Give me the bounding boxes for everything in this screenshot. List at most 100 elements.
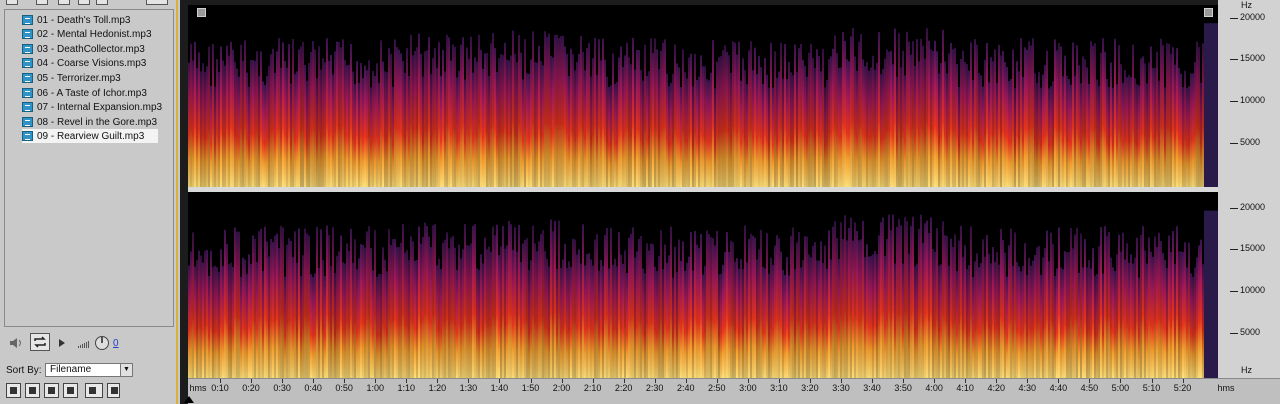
file-name: 08 - Revel in the Gore.mp3	[37, 116, 158, 128]
audio-file-icon	[22, 117, 33, 127]
sort-label: Sort By:	[6, 365, 42, 376]
time-label: 3:10	[770, 383, 788, 393]
audio-file-icon	[22, 131, 33, 141]
freq-label: 5000	[1240, 327, 1261, 337]
time-label: 0:10	[211, 383, 229, 393]
time-label: 4:40	[1049, 383, 1068, 393]
list-item[interactable]: 07 - Internal Expansion.mp3	[22, 100, 162, 114]
time-label: 1:20	[428, 383, 447, 393]
list-item[interactable]: 05 - Terrorizer.mp3	[22, 71, 158, 85]
spectral-view[interactable]: Hz 20000 15000 10000 5000 20000 15000 10…	[180, 0, 1280, 404]
file-name: 01 - Death's Toll.mp3	[37, 14, 131, 26]
time-label: 3:30	[832, 383, 850, 393]
time-label: 0:20	[242, 383, 260, 393]
time-label: 5:10	[1142, 383, 1161, 393]
time-label: 4:20	[987, 383, 1006, 393]
time-label: 2:30	[645, 383, 664, 393]
playhead-marker-icon[interactable]	[184, 396, 194, 403]
freq-tick	[1230, 18, 1238, 19]
stop-icon[interactable]	[44, 383, 59, 398]
time-label: 4:10	[956, 383, 974, 393]
zoom-out-corner-icon[interactable]	[1204, 8, 1213, 17]
list-item[interactable]: 02 - Mental Hedonist.mp3	[22, 27, 158, 41]
time-label: 3:50	[894, 383, 912, 393]
audio-file-icon	[22, 88, 33, 98]
list-item[interactable]: 04 - Coarse Visions.mp3	[22, 56, 158, 70]
list-item[interactable]: 08 - Revel in the Gore.mp3	[22, 115, 158, 129]
spectrogram-right[interactable]	[188, 192, 1218, 378]
time-label: 5:00	[1111, 383, 1130, 393]
sort-dropdown[interactable]: Filename ▼	[45, 363, 133, 377]
list-item[interactable]: 03 - DeathCollector.mp3	[22, 42, 158, 56]
music-file-icon[interactable]	[63, 383, 78, 398]
spectrogram-channel-right[interactable]	[188, 192, 1218, 378]
audio-file-icon	[22, 73, 33, 83]
time-label: 4:00	[925, 383, 943, 393]
audio-file-icon	[22, 44, 33, 54]
zoom-in-corner-icon[interactable]	[197, 8, 206, 17]
volume-value[interactable]: 0	[113, 338, 119, 349]
audio-file-icon	[22, 102, 33, 112]
file-name: 02 - Mental Hedonist.mp3	[37, 28, 152, 40]
time-label: 3:00	[739, 383, 757, 393]
edit-icon[interactable]	[96, 0, 108, 5]
open-file-icon[interactable]	[6, 0, 18, 5]
speaker-icon[interactable]	[9, 337, 25, 349]
time-label: 3:20	[801, 383, 819, 393]
spectrogram-left[interactable]	[188, 5, 1218, 187]
refresh-icon[interactable]	[25, 383, 40, 398]
filter-icon[interactable]	[85, 383, 103, 398]
preview-transport: 0	[0, 330, 176, 356]
list-item-selected[interactable]: 09 - Rearview Guilt.mp3	[22, 129, 158, 143]
file-name: 05 - Terrorizer.mp3	[37, 72, 121, 84]
panel-menu-icon[interactable]	[146, 0, 168, 5]
chevron-down-icon: ▼	[120, 364, 132, 376]
time-ruler[interactable]: hms hms 0:10 0:20 0:30 0:40 0:50 1:00 1:10 1:20…	[184, 378, 1280, 404]
freq-tick	[1230, 143, 1238, 144]
sort-value: Filename	[50, 364, 92, 375]
freq-tick	[1230, 291, 1238, 292]
file-list[interactable]: 01 - Death's Toll.mp3 02 - Mental Hedoni…	[4, 9, 174, 327]
freq-label: 10000	[1240, 95, 1266, 105]
time-label: 1:40	[490, 383, 509, 393]
freq-label: 20000	[1240, 12, 1266, 22]
volume-knob-icon[interactable]	[94, 335, 110, 351]
insert-icon[interactable]	[78, 0, 90, 5]
spectrogram-channel-left[interactable]	[188, 5, 1218, 187]
audio-file-icon	[22, 29, 33, 39]
auto-play-icon[interactable]	[6, 383, 21, 398]
play-icon[interactable]	[58, 338, 66, 348]
time-label: 0:50	[335, 383, 353, 393]
time-label: 4:50	[1080, 383, 1099, 393]
list-item[interactable]: 06 - A Taste of Ichor.mp3	[22, 86, 158, 100]
freq-tick	[1230, 208, 1238, 209]
freq-label: 20000	[1240, 202, 1266, 212]
freq-label: 15000	[1240, 53, 1266, 63]
import-icon[interactable]	[58, 0, 70, 5]
time-label: 1:00	[366, 383, 385, 393]
freq-label: 5000	[1240, 137, 1261, 147]
file-panel-toolbar	[0, 0, 176, 8]
options-icon[interactable]	[107, 383, 120, 398]
freq-tick	[1230, 333, 1238, 334]
close-file-icon[interactable]	[36, 0, 48, 5]
time-label: 2:00	[552, 383, 571, 393]
time-label: 1:50	[521, 383, 540, 393]
time-label: 2:20	[614, 383, 633, 393]
time-label: 1:10	[397, 383, 416, 393]
time-label: 5:20	[1173, 383, 1192, 393]
file-name: 07 - Internal Expansion.mp3	[37, 101, 163, 113]
loop-button[interactable]	[30, 333, 50, 351]
time-label: 0:30	[273, 383, 291, 393]
time-unit-label-end: hms	[1217, 383, 1235, 393]
file-name: 03 - DeathCollector.mp3	[37, 43, 145, 55]
hz-unit-label: Hz	[1241, 0, 1252, 10]
time-label: 3:40	[863, 383, 881, 393]
file-name: 06 - A Taste of Ichor.mp3	[37, 87, 147, 99]
time-label: 2:50	[708, 383, 726, 393]
time-label: 4:30	[1018, 383, 1037, 393]
freq-label: 15000	[1240, 243, 1266, 253]
list-item[interactable]: 01 - Death's Toll.mp3	[22, 13, 158, 27]
freq-tick	[1230, 249, 1238, 250]
file-panel: 01 - Death's Toll.mp3 02 - Mental Hedoni…	[0, 0, 178, 404]
